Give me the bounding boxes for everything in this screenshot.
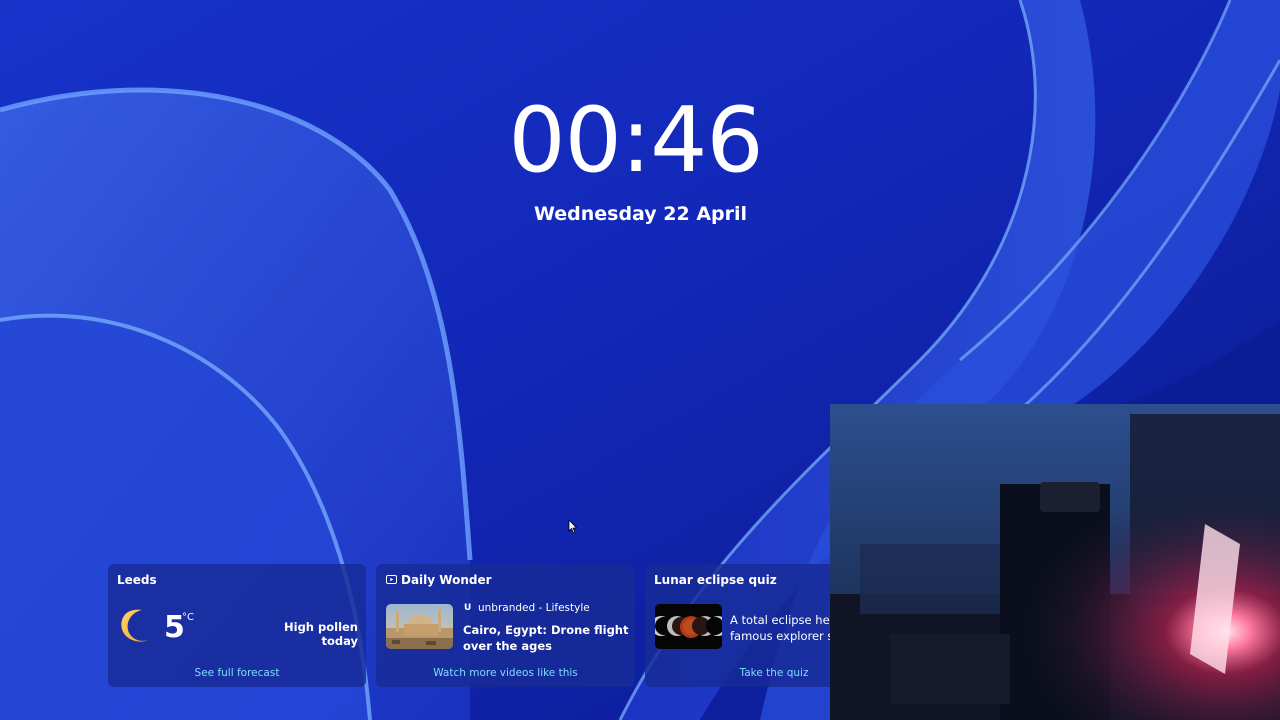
- lock-screen: 00:46 Wednesday 22 April Leeds 5 °C High…: [0, 0, 1280, 720]
- watch-more-videos-link[interactable]: Watch more videos like this: [376, 667, 635, 679]
- quiz-teaser[interactable]: A total eclipse help famous explorer su: [730, 612, 845, 644]
- lock-clock: 00:46: [508, 88, 763, 193]
- moon-icon: [121, 609, 148, 642]
- cairo-thumbnail[interactable]: [386, 604, 453, 649]
- daily-wonder-widget[interactable]: Daily Wonder U unbranded - Lifestyle Cai…: [376, 564, 635, 687]
- weather-widget[interactable]: Leeds 5 °C High pollen today See full fo…: [108, 564, 366, 687]
- video-headline[interactable]: Cairo, Egypt: Drone flight over the ages: [463, 622, 631, 654]
- quiz-teaser-line1: A total eclipse help: [730, 613, 841, 627]
- lock-date: Wednesday 22 April: [533, 203, 748, 225]
- take-the-quiz-link[interactable]: Take the quiz: [645, 667, 845, 679]
- webcam-overlay: [830, 404, 1280, 720]
- weather-location: Leeds: [117, 573, 157, 587]
- lunar-eclipse-quiz-widget[interactable]: Lunar eclipse quiz A total eclipse help …: [645, 564, 845, 687]
- quiz-title: Lunar eclipse quiz: [654, 573, 777, 587]
- daily-wonder-title: Daily Wonder: [401, 573, 492, 587]
- see-full-forecast-link[interactable]: See full forecast: [108, 667, 366, 679]
- weather-status: High pollen today: [284, 620, 358, 648]
- quiz-teaser-line2: famous explorer su: [730, 629, 841, 643]
- mouse-pointer-icon: [568, 519, 578, 534]
- eclipse-thumbnail[interactable]: [655, 604, 722, 649]
- source-name: unbranded - Lifestyle: [478, 602, 590, 614]
- source-logo: U: [464, 603, 472, 613]
- video-icon: [386, 575, 397, 584]
- temperature-unit: °C: [182, 612, 194, 623]
